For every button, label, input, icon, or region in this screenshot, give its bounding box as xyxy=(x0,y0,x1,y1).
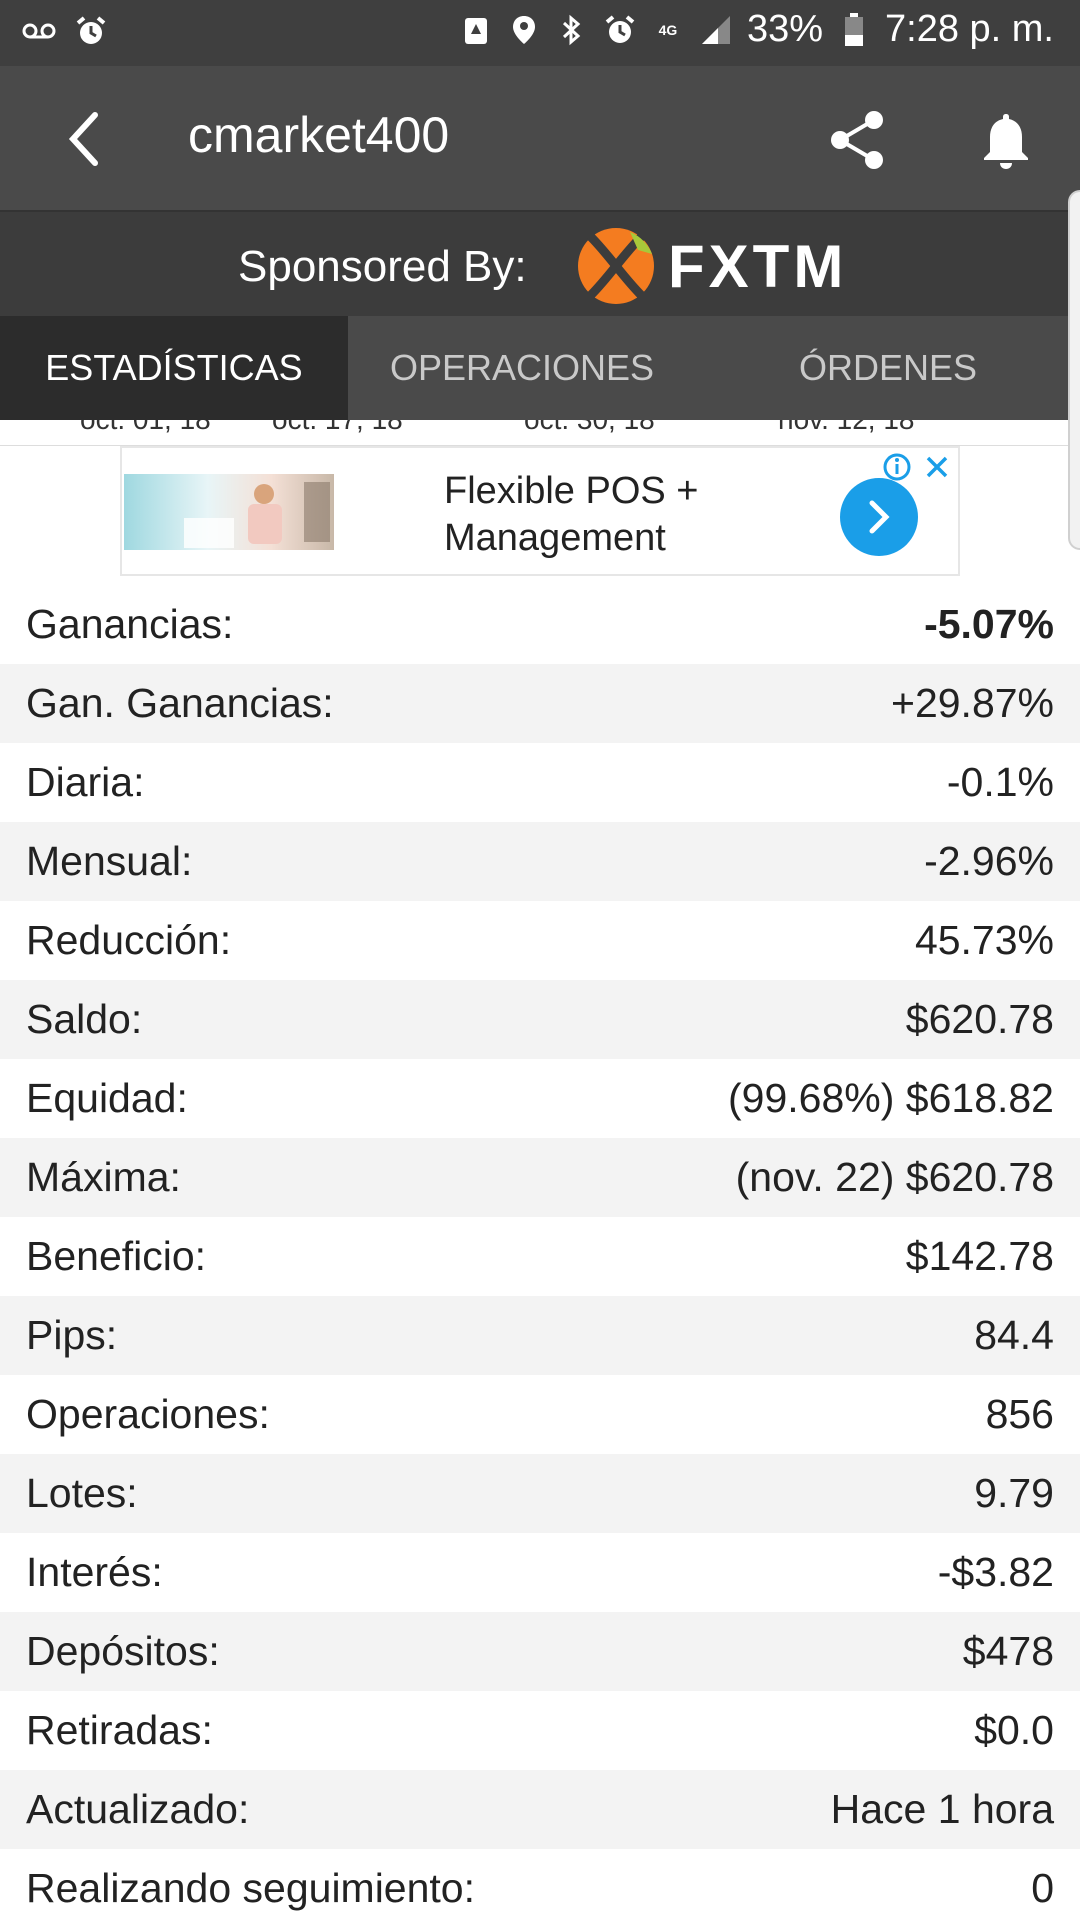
stat-label: Pips: xyxy=(26,1312,118,1358)
page-title: cmarket400 xyxy=(188,107,450,163)
sponsor-banner[interactable]: Sponsored By: FXTM xyxy=(0,210,1080,316)
stat-value: (99.68%) $618.82 xyxy=(728,1075,1054,1121)
alarm-icon xyxy=(603,13,637,47)
stat-row-maxima: Máxima: (nov. 22) $620.78 xyxy=(0,1138,1080,1217)
stat-row-lotes: Lotes: 9.79 xyxy=(0,1454,1080,1533)
stat-row-diaria: Diaria: -0.1% xyxy=(0,743,1080,822)
stat-value: 9.79 xyxy=(974,1470,1054,1516)
stat-label: Saldo: xyxy=(26,996,143,1042)
app-toolbar: cmarket400 xyxy=(0,66,1080,210)
stat-row-mensual: Mensual: -2.96% xyxy=(0,822,1080,901)
stat-row-beneficio: Beneficio: $142.78 xyxy=(0,1217,1080,1296)
stat-row-ganancias: Ganancias: -5.07% xyxy=(0,585,1080,664)
tab-operaciones[interactable]: OPERACIONES xyxy=(348,316,696,420)
stat-label: Diaria: xyxy=(26,759,145,805)
ad-text: Flexible POS + Management xyxy=(444,470,699,559)
ad-open-button[interactable] xyxy=(840,478,918,556)
notifications-button[interactable] xyxy=(968,102,1044,178)
stat-label: Actualizado: xyxy=(26,1786,250,1832)
stat-row-saldo: Saldo: $620.78 xyxy=(0,980,1080,1059)
stat-label: Máxima: xyxy=(26,1154,181,1200)
ad-info-icon[interactable] xyxy=(882,452,912,482)
stat-row-operaciones: Operaciones: 856 xyxy=(0,1375,1080,1454)
share-button[interactable] xyxy=(820,102,896,178)
sponsor-brand: FXTM xyxy=(668,233,848,300)
stat-value: -5.07% xyxy=(924,601,1054,647)
status-bar: 4G 33% 7:28 p. m. xyxy=(0,0,1080,66)
scroll-edge xyxy=(1068,190,1080,550)
battery-percent: 33% xyxy=(746,8,824,50)
signal-icon xyxy=(699,13,733,47)
chart-date-label: nov. 12, 18 xyxy=(778,420,914,436)
stat-label: Depósitos: xyxy=(26,1628,220,1674)
stat-label: Interés: xyxy=(26,1549,163,1595)
voicemail-icon xyxy=(22,14,56,48)
bell-icon xyxy=(984,114,1028,169)
tab-ordenes[interactable]: ÓRDENES xyxy=(696,316,1080,420)
stat-row-actualizado: Actualizado: Hace 1 hora xyxy=(0,1770,1080,1849)
stat-value: -0.1% xyxy=(946,759,1054,805)
saver-icon xyxy=(459,13,493,47)
stat-value: 84.4 xyxy=(974,1312,1054,1358)
stat-label: Ganancias: xyxy=(26,601,234,647)
stat-value: +29.87% xyxy=(891,680,1054,726)
clock: 7:28 p. m. xyxy=(885,8,1054,50)
stats-list: Ganancias: -5.07% Gan. Ganancias: +29.87… xyxy=(0,585,1080,1920)
stat-label: Realizando seguimiento: xyxy=(26,1865,475,1911)
bluetooth-icon xyxy=(555,13,589,47)
alarm-icon xyxy=(74,14,108,48)
stat-value: $142.78 xyxy=(905,1233,1054,1279)
stat-row-retiradas: Retiradas: $0.0 xyxy=(0,1691,1080,1770)
stat-value: 856 xyxy=(985,1391,1054,1437)
stat-label: Operaciones: xyxy=(26,1391,270,1437)
back-arrow-icon xyxy=(68,112,98,166)
stat-row-seguimiento: Realizando seguimiento: 0 xyxy=(0,1849,1080,1920)
stat-row-gan-ganancias: Gan. Ganancias: +29.87% xyxy=(0,664,1080,743)
stat-row-interes: Interés: -$3.82 xyxy=(0,1533,1080,1612)
stat-row-depositos: Depósitos: $478 xyxy=(0,1612,1080,1691)
stat-label: Equidad: xyxy=(26,1075,188,1121)
fxtm-logo-icon xyxy=(578,228,654,304)
chart-date-label: oct. 17, 18 xyxy=(272,420,403,436)
battery-icon xyxy=(837,12,871,47)
sponsor-label: Sponsored By: xyxy=(238,242,527,291)
stat-label: Lotes: xyxy=(26,1470,138,1516)
chart-date-label: oct. 01, 18 xyxy=(80,420,211,436)
ad-close-icon[interactable] xyxy=(922,452,952,482)
stat-value: $478 xyxy=(962,1628,1054,1674)
tab-bar: ESTADÍSTICAS OPERACIONES ÓRDENES xyxy=(0,316,1080,420)
stat-row-equidad: Equidad: (99.68%) $618.82 xyxy=(0,1059,1080,1138)
network-type: 4G xyxy=(658,21,678,38)
ad-image xyxy=(124,474,334,550)
chart-date-label: oct. 30, 18 xyxy=(524,420,655,436)
stat-row-pips: Pips: 84.4 xyxy=(0,1296,1080,1375)
stat-value: $0.0 xyxy=(974,1707,1054,1753)
stat-value: 45.73% xyxy=(914,917,1054,963)
stat-label: Beneficio: xyxy=(26,1233,207,1279)
location-icon xyxy=(507,13,541,47)
tab-estadisticas[interactable]: ESTADÍSTICAS xyxy=(0,316,348,420)
chart-date-axis: oct. 01, 18 oct. 17, 18 oct. 30, 18 nov.… xyxy=(0,420,1080,446)
stat-value: -$3.82 xyxy=(937,1549,1054,1595)
back-button[interactable] xyxy=(48,104,118,174)
ad-banner[interactable]: Flexible POS + Management xyxy=(120,446,960,576)
stat-label: Mensual: xyxy=(26,838,193,884)
chevron-right-icon xyxy=(869,500,890,534)
stat-value: Hace 1 hora xyxy=(830,1786,1054,1832)
stat-value: 0 xyxy=(1031,1865,1054,1911)
stat-label: Retiradas: xyxy=(26,1707,213,1753)
stat-row-reduccion: Reducción: 45.73% xyxy=(0,901,1080,980)
stat-value: (nov. 22) $620.78 xyxy=(735,1154,1054,1200)
stat-label: Gan. Ganancias: xyxy=(26,680,334,726)
stat-label: Reducción: xyxy=(26,917,232,963)
stat-value: $620.78 xyxy=(905,996,1054,1042)
stat-value: -2.96% xyxy=(924,838,1054,884)
share-icon xyxy=(831,111,883,169)
